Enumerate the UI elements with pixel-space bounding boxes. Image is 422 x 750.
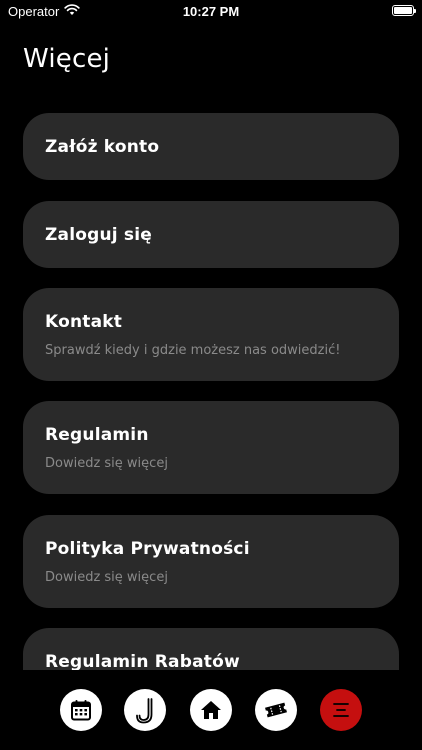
menu-item-title: Regulamin Rabatów — [45, 652, 240, 670]
menu-icon — [330, 699, 352, 721]
menu-item-title: Zaloguj się — [45, 224, 152, 245]
create-account-item[interactable]: Załóż konto — [23, 113, 399, 180]
privacy-policy-item[interactable]: Polityka Prywatności Dowiedz się więcej — [23, 515, 399, 608]
menu-item-title: Kontakt — [45, 312, 123, 332]
tab-more[interactable] — [320, 689, 362, 731]
menu-item-title: Polityka Prywatności — [45, 539, 250, 559]
terms-item[interactable]: Regulamin Dowiedz się więcej — [23, 401, 399, 494]
ticket-icon — [263, 698, 289, 722]
login-item[interactable]: Zaloguj się — [23, 201, 399, 268]
tab-bar — [0, 670, 422, 750]
discount-terms-item[interactable]: Regulamin Rabatów — [23, 628, 399, 670]
menu-item-subtitle: Sprawdź kiedy i gdzie możesz nas odwiedz… — [45, 343, 341, 358]
menu-list: Załóż konto Zaloguj się Kontakt Sprawdź … — [0, 0, 422, 670]
tab-tickets[interactable] — [255, 689, 297, 731]
menu-item-subtitle: Dowiedz się więcej — [45, 570, 168, 585]
tab-logo[interactable] — [124, 689, 166, 731]
menu-item-title: Załóż konto — [45, 136, 160, 157]
calendar-icon — [69, 698, 93, 722]
logo-j-icon — [133, 696, 157, 724]
tab-calendar[interactable] — [60, 689, 102, 731]
menu-item-subtitle: Dowiedz się więcej — [45, 456, 168, 471]
tab-home[interactable] — [190, 689, 232, 731]
menu-item-title: Regulamin — [45, 425, 149, 445]
home-icon — [199, 698, 223, 722]
contact-item[interactable]: Kontakt Sprawdź kiedy i gdzie możesz nas… — [23, 288, 399, 381]
